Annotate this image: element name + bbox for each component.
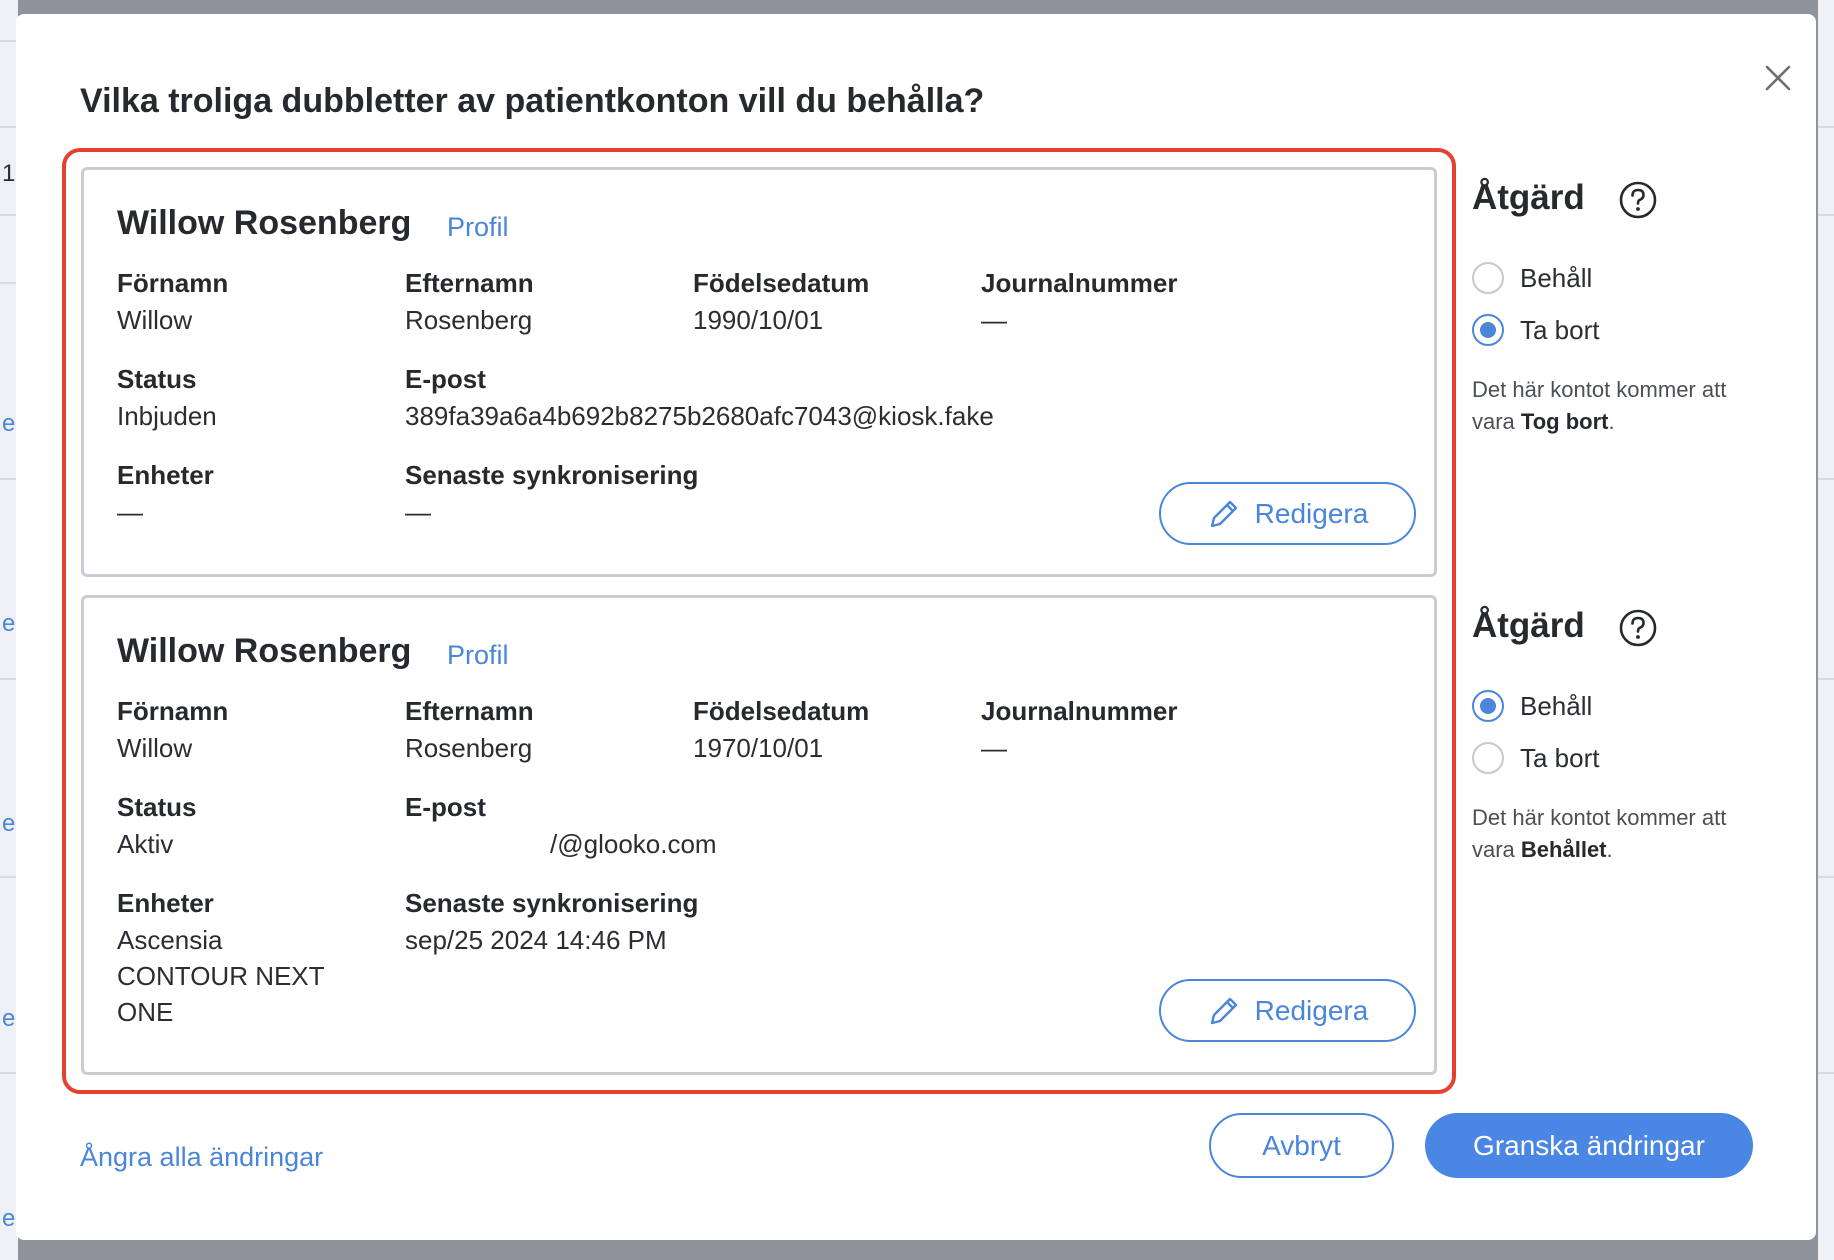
radio-keep-control[interactable] xyxy=(1472,690,1504,722)
last-name-label: Efternamn xyxy=(405,696,534,726)
undo-all-changes-link[interactable]: Ångra alla ändringar xyxy=(80,1142,323,1173)
status-label: Status xyxy=(117,364,197,394)
status-value: Inbjuden xyxy=(117,401,217,431)
duplicate-accounts-modal: Vilka troliga dubbletter av patientkonto… xyxy=(16,14,1816,1240)
email-value: /@glooko.com xyxy=(550,829,717,859)
profile-link[interactable]: Profil xyxy=(447,212,509,243)
action-note-suffix: . xyxy=(1608,409,1615,434)
action-title: Åtgärd xyxy=(1472,606,1585,645)
action-note-suffix: . xyxy=(1606,837,1613,862)
action-note-status: Tog bort xyxy=(1520,409,1609,434)
last-name-value: Rosenberg xyxy=(405,305,533,335)
radio-remove-control[interactable] xyxy=(1472,742,1504,774)
help-icon[interactable] xyxy=(1618,608,1658,648)
help-icon[interactable] xyxy=(1618,180,1658,220)
radio-remove[interactable]: Ta bort xyxy=(1472,742,1600,774)
background-link-text: e xyxy=(2,410,16,437)
background-text: 1 xyxy=(2,160,16,187)
last-sync-value: — xyxy=(405,497,431,527)
email-label: E-post xyxy=(405,364,486,394)
last-name-label: Efternamn xyxy=(405,268,534,298)
radio-remove-control[interactable] xyxy=(1472,314,1504,346)
radio-keep-label: Behåll xyxy=(1520,690,1593,721)
devices-label: Enheter xyxy=(117,460,214,490)
last-name-value: Rosenberg xyxy=(405,733,533,763)
birthdate-label: Födelsedatum xyxy=(693,268,870,298)
devices-value: — xyxy=(117,497,143,527)
background-link-text: e xyxy=(2,810,16,837)
radio-keep-label: Behåll xyxy=(1520,262,1593,293)
devices-label: Enheter xyxy=(117,888,214,918)
first-name-value: Willow xyxy=(117,733,193,763)
record-number-value: — xyxy=(981,305,1007,335)
radio-remove-label: Ta bort xyxy=(1520,314,1600,345)
birthdate-value: 1970/10/01 xyxy=(693,733,824,763)
record-number-label: Journalnummer xyxy=(981,696,1178,726)
record-number-label: Journalnummer xyxy=(981,268,1178,298)
cancel-button[interactable]: Avbryt xyxy=(1209,1113,1394,1178)
first-name-label: Förnamn xyxy=(117,268,229,298)
last-sync-label: Senaste synkronisering xyxy=(405,460,699,490)
account-name: Willow Rosenberg xyxy=(117,204,412,242)
record-number-value: — xyxy=(981,733,1007,763)
radio-remove[interactable]: Ta bort xyxy=(1472,314,1600,346)
action-note: Det här kontot kommer att vara Tog bort. xyxy=(1472,374,1772,438)
background-link-text: e xyxy=(2,610,16,637)
action-title: Åtgärd xyxy=(1472,178,1585,217)
account-name: Willow Rosenberg xyxy=(117,632,412,670)
modal-title: Vilka troliga dubbletter av patientkonto… xyxy=(80,82,985,120)
action-note: Det här kontot kommer att vara Behållet. xyxy=(1472,802,1772,866)
radio-keep[interactable]: Behåll xyxy=(1472,690,1592,722)
last-sync-label: Senaste synkronisering xyxy=(405,888,699,918)
action-note-status: Behållet xyxy=(1520,837,1607,862)
last-sync-value: sep/25 2024 14:46 PM xyxy=(405,925,667,955)
profile-link[interactable]: Profil xyxy=(447,640,509,671)
edit-button-label: Redigera xyxy=(1254,497,1369,529)
background-link-text: e xyxy=(2,1005,16,1032)
account-card: Willow Rosenberg Profil Förnamn Efternam… xyxy=(81,167,1437,577)
close-button[interactable] xyxy=(1750,50,1806,106)
email-label: E-post xyxy=(405,792,486,822)
birthdate-label: Födelsedatum xyxy=(693,696,870,726)
devices-value: Ascensia CONTOUR NEXT ONE xyxy=(117,925,325,1027)
account-card: Willow Rosenberg Profil Förnamn Efternam… xyxy=(81,595,1437,1075)
first-name-value: Willow xyxy=(117,305,193,335)
pencil-icon xyxy=(1210,997,1237,1024)
pencil-icon xyxy=(1210,500,1237,527)
edit-button[interactable]: Redigera xyxy=(1159,979,1416,1042)
email-value: 389fa39a6a4b692b8275b2680afc7043@kiosk.f… xyxy=(405,401,994,431)
background-link-text: e xyxy=(2,1205,16,1232)
status-value: Aktiv xyxy=(117,829,174,859)
radio-keep-control[interactable] xyxy=(1472,262,1504,294)
review-changes-button[interactable]: Granska ändringar xyxy=(1425,1113,1753,1178)
birthdate-value: 1990/10/01 xyxy=(693,305,824,335)
background-page-right xyxy=(1818,0,1834,1260)
radio-remove-label: Ta bort xyxy=(1520,742,1600,773)
status-label: Status xyxy=(117,792,197,822)
first-name-label: Förnamn xyxy=(117,696,229,726)
edit-button[interactable]: Redigera xyxy=(1159,482,1416,545)
close-icon xyxy=(1765,65,1791,91)
radio-keep[interactable]: Behåll xyxy=(1472,262,1592,294)
edit-button-label: Redigera xyxy=(1254,994,1369,1026)
